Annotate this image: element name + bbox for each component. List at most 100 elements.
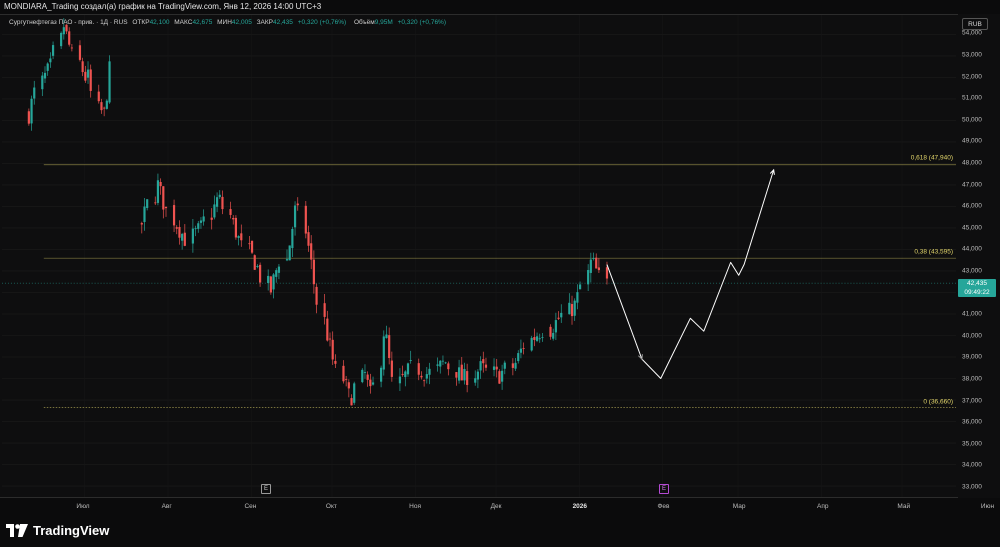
candle-body xyxy=(519,348,523,353)
current-price-value: 42,435 xyxy=(967,280,987,287)
candle-body xyxy=(213,204,216,218)
candle-body xyxy=(97,91,100,102)
time-tick-label: 2026 xyxy=(572,503,588,510)
price-tick-label: 50,000 xyxy=(962,116,982,124)
attribution-text: MONDIARA_Trading создал(а) график на Tra… xyxy=(4,2,322,11)
candle-body xyxy=(108,61,111,103)
candle-body xyxy=(291,229,294,249)
candle-body xyxy=(385,334,388,339)
candle-body xyxy=(538,338,541,340)
candle-body xyxy=(533,337,536,340)
candle-body xyxy=(514,362,517,369)
candle-body xyxy=(455,372,458,378)
candle-body xyxy=(328,338,332,340)
candle-body xyxy=(560,312,563,318)
tradingview-logo-icon xyxy=(6,523,28,537)
candle-body xyxy=(202,216,205,222)
time-tick-label: Июл xyxy=(76,503,90,510)
candle-body xyxy=(388,335,391,359)
candle-body xyxy=(353,383,356,403)
candle-body xyxy=(441,360,445,362)
candle-body xyxy=(401,373,404,375)
high-value: 42,675 xyxy=(192,19,213,26)
candle-body xyxy=(143,206,146,222)
symbol-legend[interactable]: Сургутнефтегаз ПАО - прив. · 1Д · RUS ОТ… xyxy=(9,19,446,26)
candle-body xyxy=(380,367,383,382)
candle-body xyxy=(369,379,372,387)
open-value: 42,100 xyxy=(149,19,170,26)
candle-body xyxy=(549,326,552,337)
candle-body xyxy=(498,371,501,384)
candle-body xyxy=(312,259,315,285)
candle-body xyxy=(436,364,439,366)
candle-body xyxy=(296,203,299,206)
candle-body xyxy=(229,209,232,215)
candle-body xyxy=(178,226,181,238)
price-chart[interactable] xyxy=(0,14,958,498)
candle-body xyxy=(86,69,90,78)
high-label: МАКС xyxy=(174,19,193,26)
price-tick-label: 41,000 xyxy=(962,310,982,318)
candle-body xyxy=(81,61,84,73)
candle-body xyxy=(62,27,65,35)
time-tick-label: Авг xyxy=(161,503,172,510)
candle-body xyxy=(398,376,402,384)
candle-body xyxy=(304,205,307,234)
price-tick-label: 46,000 xyxy=(962,202,982,210)
candle-body xyxy=(323,303,326,317)
earnings-event-marker-upcoming[interactable]: E xyxy=(659,484,669,494)
price-tick-label: 48,000 xyxy=(962,159,982,167)
candle-body xyxy=(363,372,367,373)
projection-path[interactable] xyxy=(606,168,775,380)
price-tick-label: 47,000 xyxy=(962,181,982,189)
volume-label: Объём xyxy=(353,19,375,26)
candle-body xyxy=(326,318,329,341)
candle-body xyxy=(406,363,410,375)
candle-body xyxy=(146,199,149,208)
candle-body xyxy=(27,111,30,124)
candle-body xyxy=(232,217,235,220)
candle-body xyxy=(460,364,463,381)
change-value: +0,320 (+0,76%) xyxy=(297,19,347,26)
candle-body xyxy=(100,102,103,111)
candle-body xyxy=(592,258,595,259)
candle-body xyxy=(210,217,213,220)
candle-body xyxy=(334,360,337,364)
close-label: ЗАКР xyxy=(256,19,274,26)
currency-button[interactable]: RUB xyxy=(962,18,988,30)
candle-body xyxy=(492,366,496,370)
earnings-event-marker[interactable]: E xyxy=(261,484,271,494)
time-tick-label: Мар xyxy=(732,503,746,510)
candle-body xyxy=(269,276,272,293)
candle-body xyxy=(275,270,278,277)
candle-body xyxy=(175,227,178,229)
time-tick-label: Окт xyxy=(325,503,337,510)
candle-body xyxy=(60,32,63,47)
time-tick-label: Ноя xyxy=(409,503,422,510)
candle-body xyxy=(267,275,270,284)
price-tick-label: 51,000 xyxy=(962,94,982,102)
chart-attribution-bar: MONDIARA_Trading создал(а) график на Tra… xyxy=(0,0,1000,14)
candle-body xyxy=(46,63,49,71)
price-tick-label: 36,000 xyxy=(962,418,982,426)
chart-grid xyxy=(1,15,957,497)
candle-body xyxy=(409,360,412,361)
candle-body xyxy=(587,270,590,285)
fib-level-label: 0,38 (43,595) xyxy=(914,248,953,256)
fibonacci-levels[interactable] xyxy=(43,164,957,408)
price-tick-label: 54,000 xyxy=(962,29,982,37)
projection-polyline[interactable] xyxy=(606,169,775,380)
tradingview-logo[interactable]: TradingView xyxy=(6,521,109,539)
candle-body xyxy=(361,369,364,383)
candle-body xyxy=(517,353,520,362)
candle-body xyxy=(420,375,423,378)
price-tick-label: 39,000 xyxy=(962,353,982,361)
close-value: 42,435 xyxy=(273,19,293,26)
candle-body xyxy=(595,257,598,269)
candle-body xyxy=(578,284,582,290)
candle-body xyxy=(342,365,345,382)
candle-body xyxy=(447,363,450,370)
price-tick-label: 52,000 xyxy=(962,73,982,81)
candle-body xyxy=(503,362,506,369)
symbol-name[interactable]: Сургутнефтегаз ПАО - прив. · 1Д · RUS xyxy=(9,19,128,26)
